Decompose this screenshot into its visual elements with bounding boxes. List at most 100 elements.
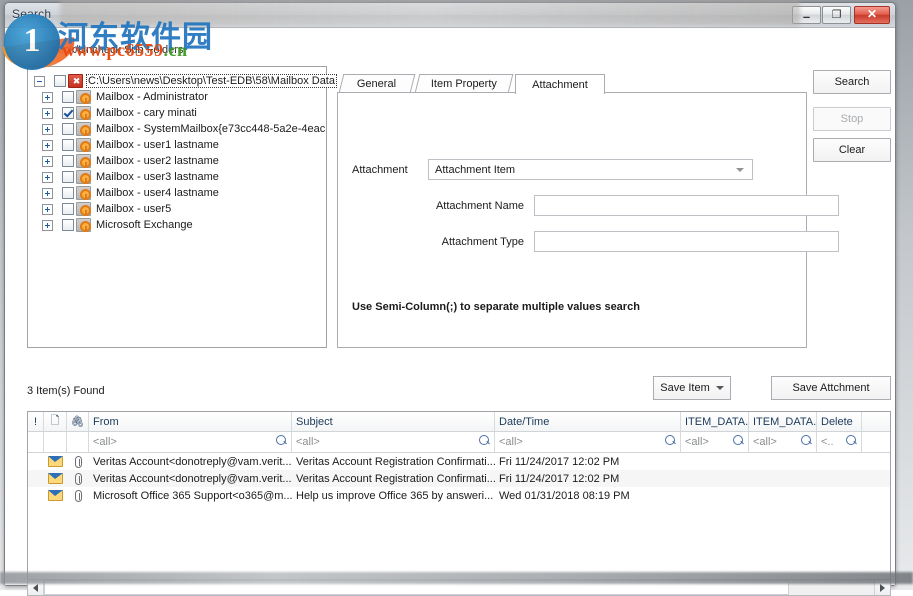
grid-header-clip[interactable]: 🖇 <box>67 412 89 431</box>
grid-filter-row[interactable]: <all><all><all><all><all><.. <box>28 432 890 453</box>
mailbox-checkbox[interactable] <box>62 91 74 103</box>
cell-deleted <box>817 487 862 504</box>
expand-expander-icon[interactable] <box>42 92 53 103</box>
grid-filter-clip[interactable] <box>67 432 89 452</box>
grid-body: Veritas Account<donotreply@vam.verit... V… <box>28 453 890 504</box>
attachment-combobox[interactable]: Attachment Item <box>428 159 753 180</box>
table-row[interactable]: Veritas Account<donotreply@vam.verit...V… <box>28 470 890 487</box>
save-item-button[interactable]: Save Item <box>653 376 731 400</box>
mailbox-checkbox[interactable] <box>62 123 74 135</box>
expand-expander-icon[interactable] <box>42 188 53 199</box>
grid-filter-item_data_1[interactable]: <all> <box>681 432 749 452</box>
close-button[interactable]: ✕ <box>854 6 890 24</box>
results-horizontal-scrollbar[interactable] <box>27 579 891 596</box>
cell-deleted <box>817 453 862 470</box>
cell-clip <box>67 470 89 487</box>
tree-node[interactable]: Mailbox - user3 lastname <box>34 169 326 185</box>
grid-header-item_data_2[interactable]: ITEM_DATA... <box>749 412 817 431</box>
tab-attachment[interactable]: Attachment <box>515 74 605 94</box>
tab-general[interactable]: General <box>339 74 416 93</box>
grid-header-bang[interactable]: ! <box>28 412 44 431</box>
items-found-label: 3 Item(s) Found <box>27 385 105 397</box>
grid-filter-subject[interactable]: <all> <box>292 432 495 452</box>
tree-node[interactable]: Mailbox - user4 lastname <box>34 185 326 201</box>
grid-header-datetime[interactable]: Date/Time <box>495 412 681 431</box>
tree-node-label: Mailbox - user2 lastname <box>95 155 220 167</box>
mailbox-icon <box>76 90 91 104</box>
stop-button-label: Stop <box>841 113 864 125</box>
grid-header-label: Delete <box>821 416 853 428</box>
cell-text: Veritas Account<donotreply@vam.verit... <box>93 456 292 468</box>
scrollbar-track[interactable] <box>789 580 874 595</box>
mailbox-checkbox[interactable] <box>62 155 74 167</box>
scrollbar-thumb[interactable] <box>44 580 789 595</box>
expand-expander-icon[interactable] <box>42 140 53 151</box>
attachment-type-input[interactable] <box>534 231 839 252</box>
search-icon[interactable] <box>665 435 676 446</box>
grid-filter-bang[interactable] <box>28 432 44 452</box>
minimize-icon: – <box>793 10 820 23</box>
tree-node[interactable]: Mailbox - SystemMailbox{e73cc448-5a2e-4e… <box>34 121 326 137</box>
expand-expander-icon[interactable] <box>42 220 53 231</box>
tree-root-node[interactable]: C:\Users\news\Desktop\Test-EDB\58\Mailbo… <box>34 73 326 89</box>
grid-header-subject[interactable]: Subject <box>292 412 495 431</box>
save-attachment-button[interactable]: Save Attchment <box>771 376 891 400</box>
expand-expander-icon[interactable] <box>42 204 53 215</box>
subfolders-label: Check/Uncheck Sub Folders <box>44 44 183 56</box>
tree-node[interactable]: Mailbox - cary minati <box>34 105 326 121</box>
tree-node[interactable]: Mailbox - user5 <box>34 201 326 217</box>
check-uncheck-subfolders-row[interactable]: Check/Uncheck Sub Folders <box>27 43 183 56</box>
mailbox-checkbox[interactable] <box>62 171 74 183</box>
mailbox-checkbox[interactable] <box>62 187 74 199</box>
cell-item_data_2 <box>749 470 817 487</box>
scroll-right-button[interactable] <box>874 580 890 595</box>
table-row[interactable]: Microsoft Office 365 Support<o365@m...He… <box>28 487 890 504</box>
stop-button[interactable]: Stop <box>813 107 891 131</box>
grid-filter-datetime[interactable]: <all> <box>495 432 681 452</box>
scroll-left-button[interactable] <box>28 580 44 595</box>
search-icon[interactable] <box>276 435 287 446</box>
expand-expander-icon[interactable] <box>42 156 53 167</box>
expand-expander-icon[interactable] <box>42 108 53 119</box>
maximize-button[interactable]: ❐ <box>822 6 851 24</box>
attachment-name-input[interactable] <box>534 195 839 216</box>
grid-filter-from[interactable]: <all> <box>89 432 292 452</box>
clear-button[interactable]: Clear <box>813 138 891 162</box>
search-icon[interactable] <box>479 435 490 446</box>
cell-doc <box>44 487 67 504</box>
grid-filter-item_data_2[interactable]: <all> <box>749 432 817 452</box>
tab-item-property[interactable]: Item Property <box>415 74 514 93</box>
chevron-down-icon[interactable] <box>736 168 744 172</box>
search-icon[interactable] <box>846 435 857 446</box>
results-grid[interactable]: !🗋🖇FromSubjectDate/TimeITEM_DATA...ITEM_… <box>27 411 891 584</box>
minimize-button[interactable]: – <box>792 6 821 24</box>
tree-node[interactable]: Microsoft Exchange <box>34 217 326 233</box>
collapse-expander-icon[interactable] <box>34 76 45 87</box>
mailbox-checkbox[interactable] <box>62 219 74 231</box>
tree-node[interactable]: Mailbox - user1 lastname <box>34 137 326 153</box>
chevron-down-icon[interactable] <box>716 386 724 390</box>
mailbox-checkbox[interactable] <box>62 203 74 215</box>
search-icon[interactable] <box>801 435 812 446</box>
root-checkbox[interactable] <box>54 75 66 87</box>
grid-filter-deleted[interactable]: <.. <box>817 432 862 452</box>
grid-header-item_data_1[interactable]: ITEM_DATA... <box>681 412 749 431</box>
mailbox-checkbox[interactable] <box>62 107 74 119</box>
cell-text: Veritas Account<donotreply@vam.verit... <box>93 473 292 485</box>
expand-expander-icon[interactable] <box>42 172 53 183</box>
mailbox-checkbox[interactable] <box>62 139 74 151</box>
expand-expander-icon[interactable] <box>42 124 53 135</box>
grid-header-deleted[interactable]: Delete <box>817 412 862 431</box>
table-row[interactable]: Veritas Account<donotreply@vam.verit...V… <box>28 453 890 470</box>
search-icon[interactable] <box>733 435 744 446</box>
tree-node[interactable]: Mailbox - Administrator <box>34 89 326 105</box>
grid-header-from[interactable]: From <box>89 412 292 431</box>
grid-filter-doc[interactable] <box>44 432 67 452</box>
subfolders-checkbox[interactable] <box>27 43 40 56</box>
tree-node[interactable]: Mailbox - user2 lastname <box>34 153 326 169</box>
window-client-area: Check/Uncheck Sub Folders C:\Users\news\… <box>5 28 895 585</box>
search-button[interactable]: Search <box>813 70 891 94</box>
tree-node-label: Mailbox - user4 lastname <box>95 187 220 199</box>
grid-header-doc[interactable]: 🗋 <box>44 412 67 431</box>
mailbox-tree-panel[interactable]: C:\Users\news\Desktop\Test-EDB\58\Mailbo… <box>27 66 327 348</box>
